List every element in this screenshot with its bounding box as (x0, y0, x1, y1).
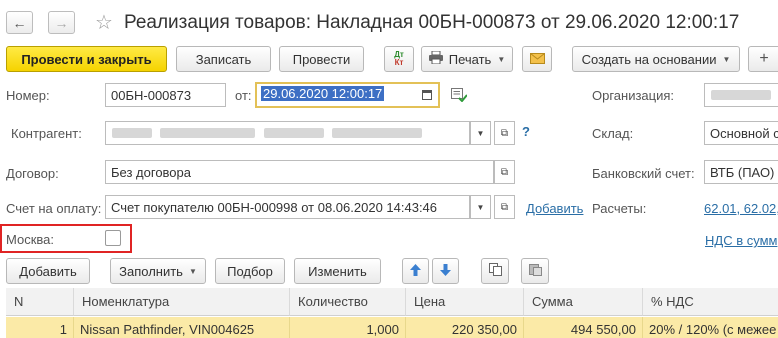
calendar-icon[interactable] (422, 88, 432, 103)
warehouse-field[interactable]: Основной ск (704, 121, 778, 145)
dt-kt-icon: Дт Кт (394, 50, 404, 67)
add-button-top[interactable]: + (748, 46, 778, 72)
change-button[interactable]: Изменить (294, 258, 381, 284)
star-icon[interactable]: ☆ (95, 10, 113, 35)
chevron-down-icon: ▼ (476, 128, 485, 138)
contract-field[interactable]: Без договора (105, 160, 494, 184)
create-based-on-button[interactable]: Создать на основании ▼ (572, 46, 740, 72)
counterparty-redacted (112, 128, 152, 138)
save-button[interactable]: Записать (176, 46, 271, 72)
contract-open[interactable]: ⧉ (494, 160, 515, 184)
arrow-down-icon (440, 263, 451, 279)
arrow-right-icon: → (54, 14, 69, 31)
save-label: Записать (195, 51, 252, 67)
counterparty-open[interactable]: ⧉ (494, 121, 515, 145)
contract-label: Договор: (6, 166, 59, 181)
date-label: от: (235, 88, 252, 103)
column-header-item[interactable]: Номенклатура (74, 288, 290, 316)
table-cell-quantity[interactable]: 1,000 (290, 317, 406, 338)
page-title: Реализация товаров: Накладная 00БН-00087… (124, 12, 740, 33)
document-window: ← → ☆ Реализация товаров: Накладная 00БН… (0, 0, 778, 338)
organization-redacted (711, 90, 771, 100)
date-value: 29.06.2020 12:00:17 (261, 86, 385, 101)
moscow-label: Москва: (6, 232, 54, 247)
open-icon: ⧉ (500, 166, 509, 178)
table-cell-price[interactable]: 220 350,00 (406, 317, 524, 338)
organization-label: Организация: (592, 88, 675, 103)
counterparty-redacted (264, 128, 324, 138)
invoice-open[interactable]: ⧉ (494, 195, 515, 219)
counterparty-redacted (160, 128, 255, 138)
copy-icon (488, 263, 502, 279)
table-cell-item[interactable]: Nissan Pathfinder, VIN004625 (74, 317, 290, 338)
move-down-button[interactable] (432, 258, 459, 284)
warehouse-label: Склад: (592, 126, 634, 141)
table-cell-sum[interactable]: 494 550,00 (524, 317, 643, 338)
envelope-icon (529, 52, 545, 67)
counterparty-field[interactable] (105, 121, 470, 145)
forward-button[interactable]: → (48, 11, 75, 34)
table-cell-n[interactable]: 1 (6, 317, 74, 338)
number-field[interactable]: 00БН-000873 (105, 83, 226, 107)
plus-icon: + (759, 50, 769, 67)
column-header-quantity[interactable]: Количество (290, 288, 406, 316)
settlements-link[interactable]: 62.01, 62.02, (704, 201, 778, 216)
print-button[interactable]: Печать ▼ (421, 46, 513, 72)
post-button[interactable]: Провести (279, 46, 364, 72)
column-header-sum[interactable]: Сумма (524, 288, 643, 316)
table-add-button[interactable]: Добавить (6, 258, 90, 284)
arrow-left-icon: ← (12, 14, 27, 31)
table-cell-vat[interactable]: 20% / 120% (с межее (643, 317, 778, 338)
select-button[interactable]: Подбор (215, 258, 285, 284)
post-and-close-button[interactable]: Провести и закрыть (6, 46, 167, 72)
paste-button[interactable] (521, 258, 549, 284)
settlements-label: Расчеты: (592, 201, 647, 216)
select-label: Подбор (227, 263, 273, 279)
moscow-checkbox[interactable] (105, 230, 121, 246)
chevron-down-icon: ▼ (722, 54, 731, 64)
counterparty-dropdown[interactable]: ▼ (470, 121, 491, 145)
column-header-n[interactable]: N (6, 288, 74, 316)
number-label: Номер: (6, 88, 50, 103)
counterparty-redacted (332, 128, 422, 138)
post-label: Провести (292, 51, 351, 67)
email-button[interactable] (522, 46, 552, 72)
chevron-down-icon: ▼ (188, 266, 197, 276)
document-status-icon[interactable] (451, 88, 468, 105)
date-field[interactable]: 29.06.2020 12:00:17 (255, 82, 440, 108)
open-icon: ⧉ (500, 201, 509, 213)
invoice-add-link[interactable]: Добавить (526, 201, 583, 216)
dt-kt-button[interactable]: Дт Кт (384, 46, 414, 72)
vat-link[interactable]: НДС в сумм (705, 233, 777, 248)
counterparty-label: Контрагент: (11, 126, 82, 141)
column-header-price[interactable]: Цена (406, 288, 524, 316)
copy-button[interactable] (481, 258, 509, 284)
fill-button[interactable]: Заполнить ▼ (110, 258, 206, 284)
open-icon: ⧉ (500, 127, 509, 139)
bank-account-field[interactable]: ВТБ (ПАО) (704, 160, 778, 184)
table-add-label: Добавить (19, 263, 77, 279)
arrow-up-icon (410, 263, 421, 279)
invoice-dropdown[interactable]: ▼ (470, 195, 491, 219)
paste-icon (528, 263, 542, 279)
back-button[interactable]: ← (6, 11, 33, 34)
invoice-label: Счет на оплату: (6, 201, 102, 216)
column-header-vat[interactable]: % НДС (643, 288, 778, 316)
help-icon[interactable]: ? (522, 124, 530, 139)
change-label: Изменить (308, 263, 367, 279)
post-and-close-label: Провести и закрыть (21, 51, 152, 67)
chevron-down-icon: ▼ (497, 54, 506, 64)
move-up-button[interactable] (402, 258, 429, 284)
print-label: Печать (448, 51, 492, 67)
chevron-down-icon: ▼ (476, 202, 485, 212)
invoice-field[interactable]: Счет покупателю 00БН-000998 от 08.06.202… (105, 195, 470, 219)
bank-account-label: Банковский счет: (592, 166, 695, 181)
organization-field[interactable] (704, 83, 778, 107)
create-based-on-label: Создать на основании (581, 51, 717, 67)
fill-label: Заполнить (119, 263, 183, 279)
printer-icon (428, 50, 443, 67)
